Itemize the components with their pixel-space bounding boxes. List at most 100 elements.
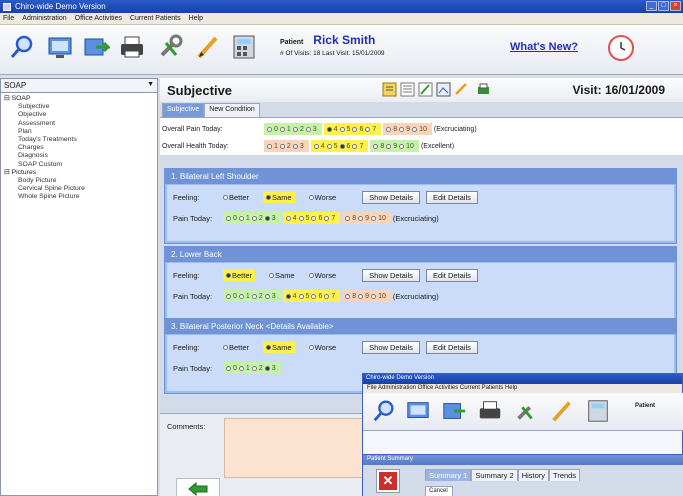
menu-help[interactable]: Help (189, 15, 203, 22)
tools-icon[interactable] (156, 33, 184, 61)
menu-file[interactable]: File (3, 15, 14, 22)
search-icon[interactable] (371, 398, 397, 424)
edit-details-button[interactable]: Edit Details (425, 190, 478, 204)
tree-item-todays-treatments[interactable]: Today's Treatments (4, 136, 154, 144)
overall-pain-label: Overall Pain Today: (162, 125, 223, 133)
edit-details-button[interactable]: Edit Details (425, 340, 478, 354)
patient-info: Patient Rick Smith # Of Visits: 18 Last … (280, 33, 385, 57)
printer-icon[interactable] (477, 398, 503, 424)
pain-today-low[interactable]: 0 1 2 3 (223, 290, 281, 302)
tab-subjective[interactable]: Subjective (162, 103, 205, 117)
subjective-tabs: Subjective New Condition (162, 103, 260, 117)
pain-scale-low[interactable]: 0 1 2 3 (264, 123, 322, 135)
complaint-card-2: 2. Lower Back Feeling: Better Same Worse… (164, 246, 677, 322)
feeling-same-radio[interactable]: Same (263, 191, 295, 203)
pain-today-high[interactable]: 8 9 10 (342, 212, 391, 224)
comments-input[interactable] (224, 418, 374, 478)
summary-tabs: Summary 1 Summary 2 History Trends (425, 469, 581, 481)
close-x-icon[interactable]: ✕ (376, 469, 400, 493)
note-icon[interactable] (382, 82, 397, 97)
section-dropdown[interactable]: SOAP ▼ (1, 79, 157, 93)
overall-form: Overall Pain Today: 0 1 2 3 4 5 6 7 8 9 … (160, 117, 683, 155)
tools-icon[interactable] (513, 398, 539, 424)
patient-name: Rick Smith (313, 33, 376, 47)
clock-icon[interactable] (608, 35, 634, 61)
tree-item-charges[interactable]: Charges (4, 144, 154, 152)
maximize-button[interactable]: □ (658, 1, 669, 11)
pain-today-row: Pain Today: 0 1 2 3 (173, 361, 283, 375)
feeling-same-radio[interactable]: Same (263, 341, 295, 353)
tab-history[interactable]: History (517, 469, 550, 481)
feeling-better-radio[interactable]: Better (223, 193, 249, 202)
window-title: Chiro-wide Demo Version (15, 2, 106, 11)
tree-item-whole-spine-picture[interactable]: Whole Spine Picture (4, 193, 154, 201)
overlay-toolbar: Patient (363, 393, 683, 431)
health-scale-mid[interactable]: 4 5 6 7 (310, 140, 369, 152)
tree-item-cervical-spine-picture[interactable]: Cervical Spine Picture (4, 185, 154, 193)
complaint-title: 1. Bilateral Left Shoulder (165, 169, 676, 184)
edit-details-button[interactable]: Edit Details (425, 268, 478, 282)
pen-icon[interactable] (549, 398, 575, 424)
document-icon[interactable] (436, 82, 451, 97)
check-pen-icon[interactable] (454, 82, 469, 97)
complaint-card-1: 1. Bilateral Left Shoulder Feeling: Bett… (164, 168, 677, 244)
health-scale-high[interactable]: 8 9 10 (370, 140, 419, 152)
feeling-row: Feeling: Better Same Worse Show Details … (173, 268, 478, 282)
menu-bar: File Administration Office Activities Cu… (0, 13, 683, 25)
print-icon[interactable] (476, 82, 491, 97)
menu-administration[interactable]: Administration (22, 15, 66, 22)
export-icon[interactable] (82, 33, 110, 61)
tree-group-soap[interactable]: ⊟ SOAP (4, 95, 154, 103)
calculator-icon[interactable] (230, 33, 258, 61)
pain-today-low[interactable]: 0 1 2 3 (223, 362, 281, 374)
menu-current-patients[interactable]: Current Patients (130, 15, 181, 22)
feeling-row: Feeling: Better Same Worse Show Details … (173, 340, 478, 354)
tree-item-plan[interactable]: Plan (4, 128, 154, 136)
app-icon (3, 2, 11, 11)
tree-item-assessment[interactable]: Assessment (4, 120, 154, 128)
tab-summary-1[interactable]: Summary 1 (425, 469, 472, 481)
pain-today-low[interactable]: 0 1 2 3 (223, 212, 281, 224)
menu-office-activities[interactable]: Office Activities (75, 15, 122, 22)
back-button[interactable] (176, 478, 220, 496)
pen-icon[interactable] (194, 33, 222, 61)
cancel-button[interactable]: Cancel (425, 486, 453, 496)
tree-item-soap-custom[interactable]: SOAP Custom (4, 161, 154, 169)
pain-today-high[interactable]: 8 9 10 (342, 290, 391, 302)
export-icon[interactable] (441, 398, 467, 424)
pain-today-mid[interactable]: 4 5 6 7 (282, 212, 341, 224)
tree-item-diagnosis[interactable]: Diagnosis (4, 152, 154, 160)
subjective-header: Subjective Visit: 16/01/2009 (160, 78, 683, 102)
calculator-icon[interactable] (585, 398, 611, 424)
tree-item-subjective[interactable]: Subjective (4, 103, 154, 111)
tree-item-body-picture[interactable]: Body Picture (4, 177, 154, 185)
search-icon[interactable] (8, 33, 36, 61)
feeling-better-radio[interactable]: Better (223, 269, 256, 281)
show-details-button[interactable]: Show Details (362, 340, 420, 354)
tab-summary-2[interactable]: Summary 2 (471, 469, 518, 481)
tree-item-objective[interactable]: Objective (4, 111, 154, 119)
feeling-same-radio[interactable]: Same (269, 271, 295, 280)
show-details-button[interactable]: Show Details (362, 268, 420, 282)
close-button[interactable]: × (670, 1, 681, 11)
whats-new-link[interactable]: What's New? (510, 41, 578, 53)
show-details-button[interactable]: Show Details (362, 190, 420, 204)
list-icon[interactable] (400, 82, 415, 97)
health-scale-low[interactable]: 1 2 3 (264, 140, 309, 152)
feeling-worse-radio[interactable]: Worse (308, 271, 336, 280)
pain-scale-mid[interactable]: 4 5 6 7 (323, 123, 382, 135)
monitor-icon[interactable] (405, 398, 431, 424)
feeling-worse-radio[interactable]: Worse (308, 193, 336, 202)
feeling-better-radio[interactable]: Better (223, 343, 249, 352)
pain-today-mid[interactable]: 4 5 6 7 (282, 290, 341, 302)
tab-trends[interactable]: Trends (549, 469, 581, 481)
printer-icon[interactable] (118, 33, 146, 61)
pain-scale-high[interactable]: 8 9 10 (383, 123, 432, 135)
edit-icon[interactable] (418, 82, 433, 97)
tree-group-pictures[interactable]: ⊟ Pictures (4, 169, 154, 177)
main-toolbar: Patient Rick Smith # Of Visits: 18 Last … (0, 25, 683, 75)
feeling-worse-radio[interactable]: Worse (308, 343, 336, 352)
monitor-icon[interactable] (46, 33, 74, 61)
minimize-button[interactable]: _ (646, 1, 657, 11)
tab-new-condition[interactable]: New Condition (204, 103, 260, 117)
